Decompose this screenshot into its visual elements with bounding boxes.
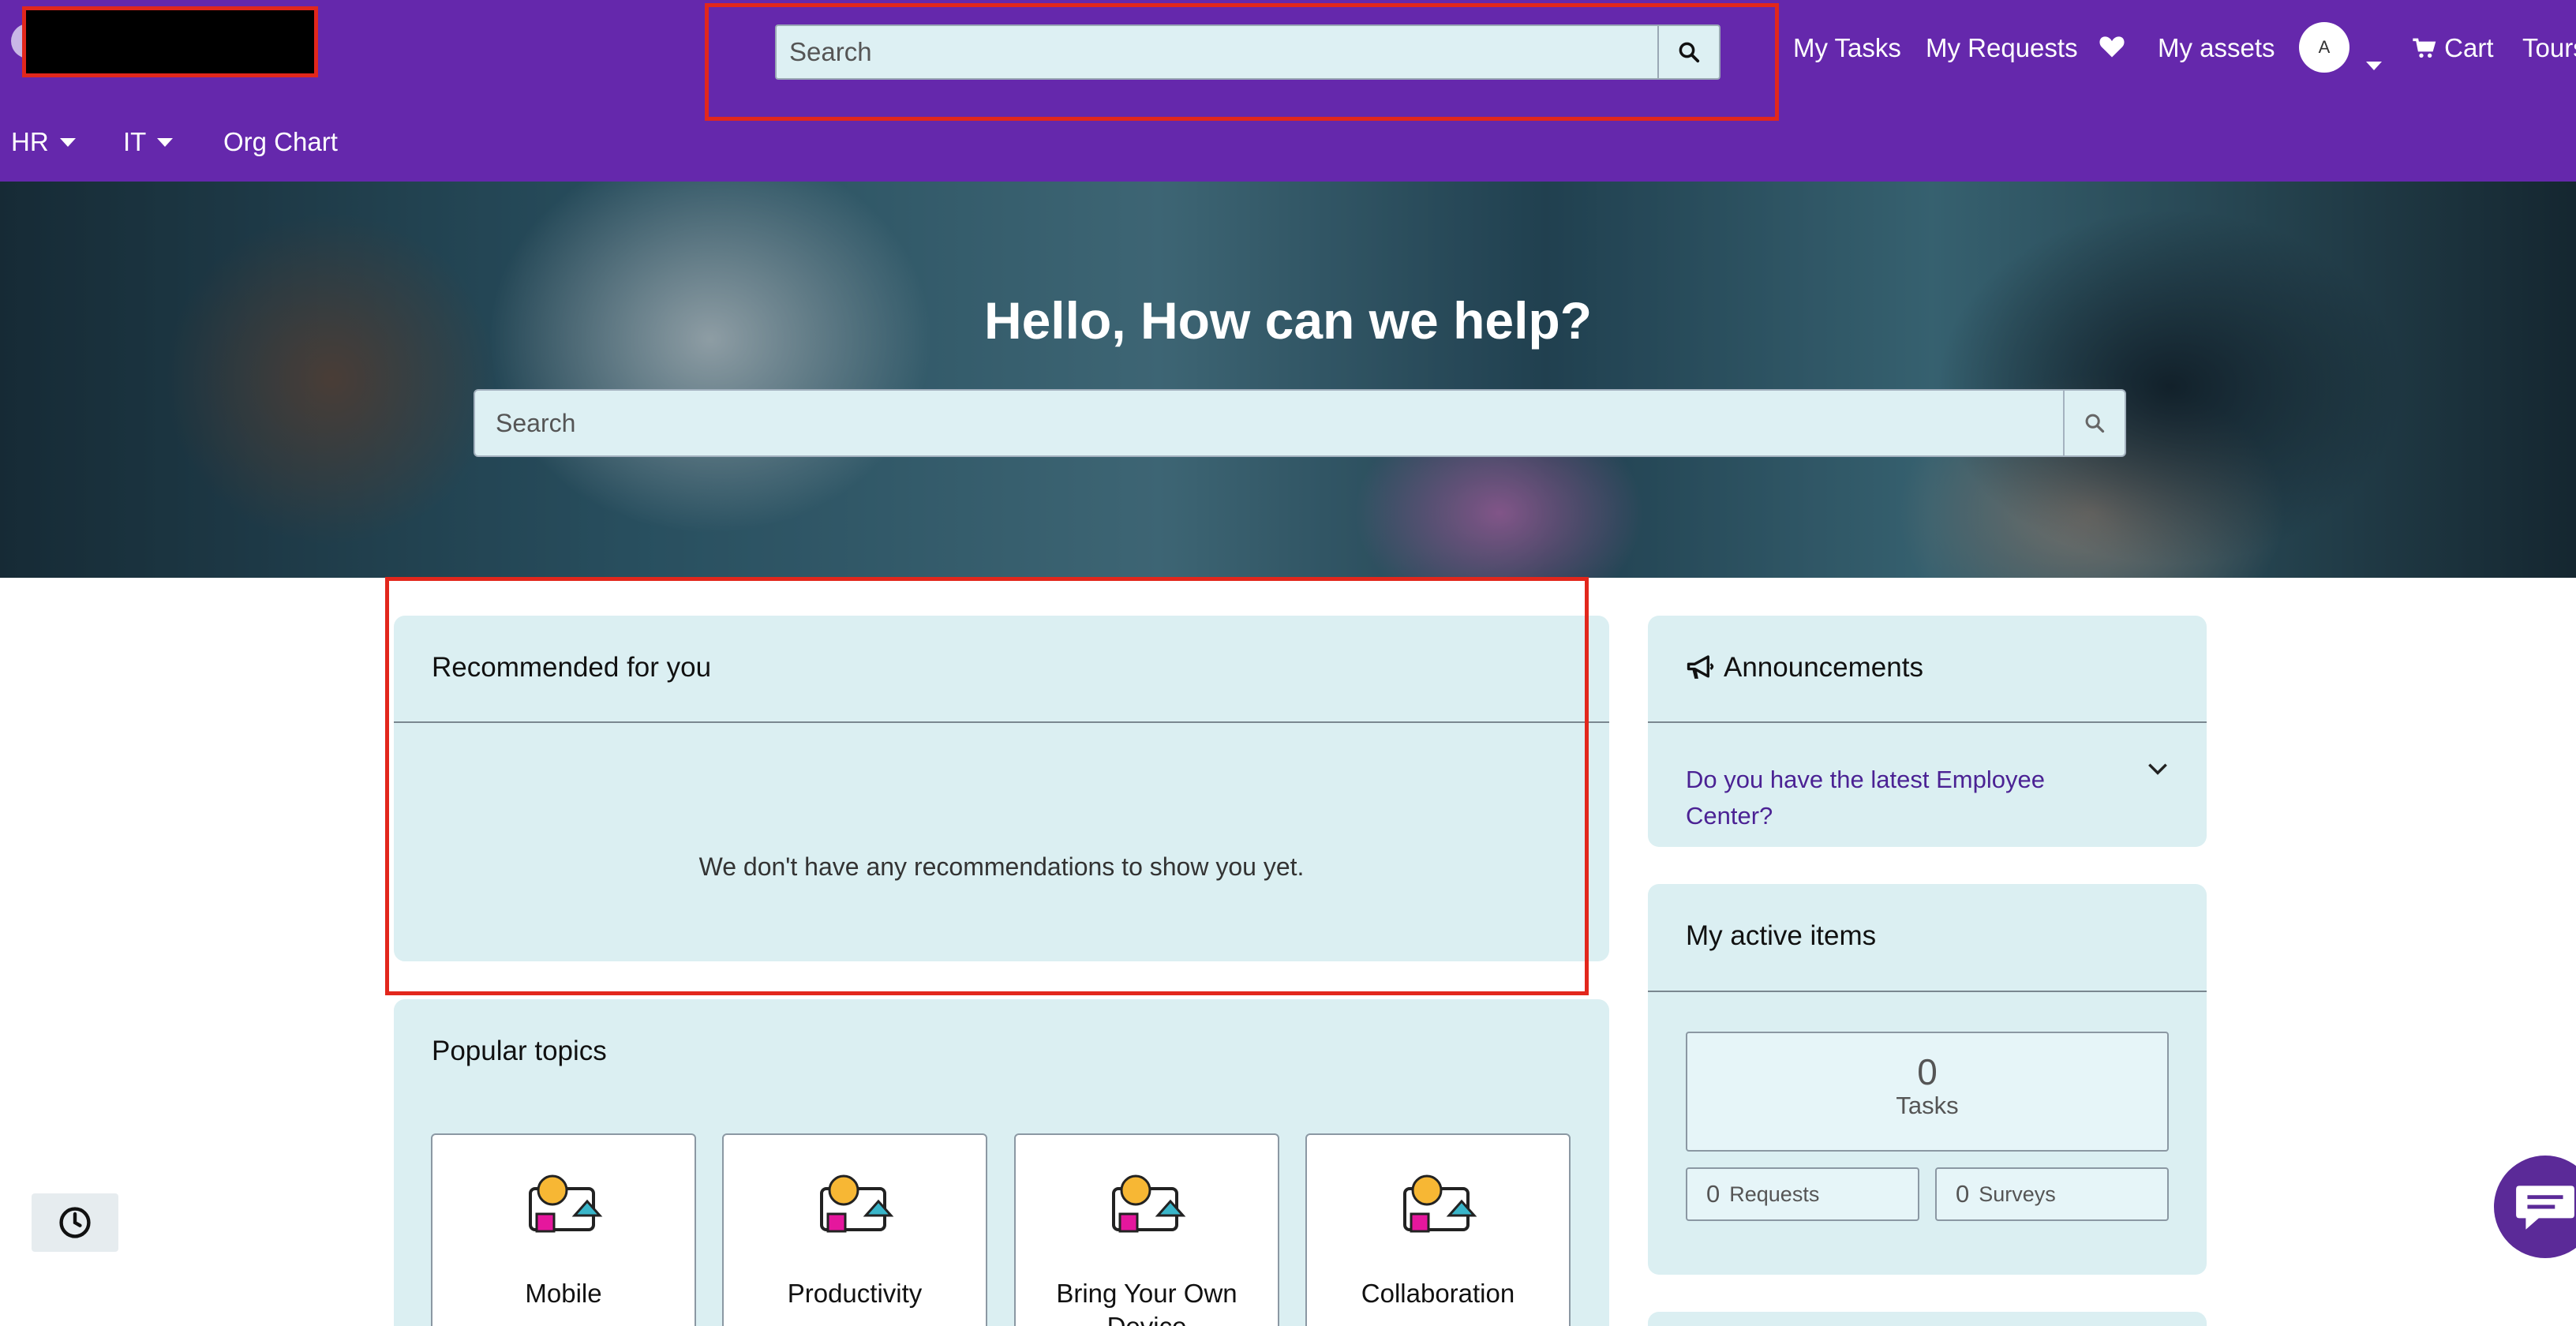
megaphone-icon [1687, 655, 1714, 679]
surveys-label: Surveys [1979, 1182, 2056, 1206]
topic-tile[interactable]: Mobile [431, 1133, 696, 1326]
subnav-hr-label: HR [11, 127, 49, 156]
popular-topics-title: Popular topics [432, 1036, 607, 1066]
search-icon [2085, 414, 2105, 433]
topic-tile[interactable]: Bring Your Own Device [1014, 1133, 1279, 1326]
hero-image-overlay [0, 182, 2576, 578]
logo-redacted[interactable] [22, 6, 318, 77]
subnav-it[interactable]: IT [123, 125, 174, 159]
chevron-down-icon [2366, 61, 2382, 70]
nav-cart-label: Cart [2444, 33, 2494, 62]
chevron-down-icon [157, 137, 174, 147]
hero-search-button[interactable] [2063, 391, 2125, 455]
topic-image-icon [820, 1174, 894, 1233]
hero-search [474, 389, 2126, 457]
topic-label: Collaboration [1361, 1279, 1515, 1308]
card-divider [1648, 991, 2207, 992]
cart-icon [2413, 38, 2436, 58]
chevron-down-icon [59, 137, 76, 147]
announcements-card: Announcements Do you have the latest Emp… [1648, 616, 2207, 847]
nav-tours[interactable]: Tours [2522, 33, 2576, 63]
tasks-box[interactable]: 0 Tasks [1686, 1032, 2169, 1152]
topic-label: Mobile [525, 1279, 602, 1308]
nav-favorites[interactable] [2098, 33, 2126, 65]
subnav-org-chart[interactable]: Org Chart [223, 125, 338, 159]
topic-tile[interactable]: Productivity [722, 1133, 987, 1326]
nav-my-tasks[interactable]: My Tasks [1793, 33, 1901, 63]
announcement-link[interactable]: Do you have the latest Employee Center? [1686, 762, 2096, 834]
chat-icon [2516, 1186, 2574, 1230]
announcements-header: Announcements [1686, 652, 1923, 684]
top-header: My Tasks My Requests My assets A Cart To… [0, 0, 2576, 182]
heart-icon [2099, 36, 2125, 58]
requests-count: 0 [1706, 1180, 1720, 1208]
topic-label: Productivity [787, 1279, 923, 1308]
tasks-count: 0 [1917, 1051, 1938, 1092]
topic-label: Bring Your Own Device [1056, 1279, 1237, 1326]
topic-tile[interactable]: Collaboration [1305, 1133, 1571, 1326]
chat-button[interactable] [2494, 1156, 2576, 1258]
user-avatar[interactable]: A [2299, 22, 2349, 73]
active-items-title: My active items [1686, 920, 1877, 951]
header-search [775, 24, 1720, 80]
card-divider [1648, 721, 2207, 723]
topic-image-icon [1403, 1174, 1477, 1233]
hero-banner: Hello, How can we help? [0, 182, 2576, 578]
subnav-hr[interactable]: HR [11, 125, 76, 159]
header-search-input[interactable] [777, 26, 1657, 78]
topic-image-icon [529, 1174, 603, 1233]
subnav-it-label: IT [123, 127, 147, 156]
header-search-button[interactable] [1657, 26, 1719, 78]
next-card-edge [1648, 1312, 2207, 1326]
topic-image-icon [1112, 1174, 1186, 1233]
tasks-label: Tasks [1896, 1092, 1959, 1119]
announcements-title: Announcements [1724, 652, 1923, 683]
user-menu-dropdown[interactable] [2366, 49, 2382, 79]
recommended-highlight [385, 577, 1589, 995]
search-icon [1679, 42, 1700, 63]
active-items-card: My active items 0 Tasks 0 Requests 0 Sur… [1648, 884, 2207, 1275]
history-button[interactable] [32, 1193, 118, 1252]
chevron-down-icon[interactable] [2145, 756, 2170, 781]
requests-box[interactable]: 0 Requests [1686, 1167, 1919, 1221]
nav-my-assets[interactable]: My assets [2158, 33, 2275, 63]
hero-search-input[interactable] [475, 391, 2063, 455]
nav-my-requests[interactable]: My Requests [1926, 33, 2078, 63]
nav-cart[interactable]: Cart [2412, 33, 2494, 63]
requests-label: Requests [1729, 1182, 1820, 1206]
clock-icon [59, 1207, 91, 1238]
surveys-count: 0 [1956, 1180, 1970, 1208]
hero-title: Hello, How can we help? [983, 291, 1593, 350]
surveys-box[interactable]: 0 Surveys [1935, 1167, 2169, 1221]
